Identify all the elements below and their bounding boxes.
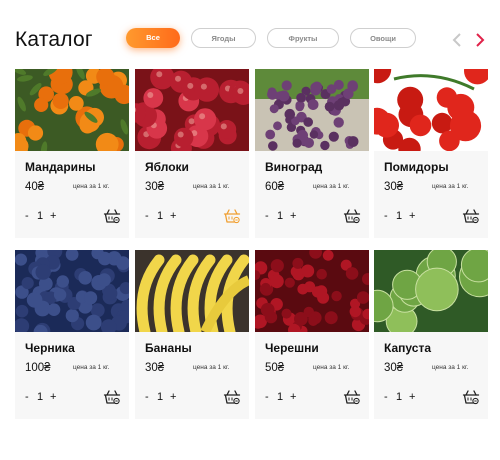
increase-button[interactable]: +: [170, 391, 176, 403]
product-image[interactable]: [15, 69, 129, 151]
product-name: Черешни: [265, 341, 319, 355]
price-unit-label: цена за 1 кг.: [432, 364, 469, 371]
quantity-value: 1: [396, 210, 403, 222]
increase-button[interactable]: +: [290, 210, 296, 222]
product-image[interactable]: [255, 250, 369, 332]
increase-button[interactable]: +: [50, 210, 56, 222]
decrease-button[interactable]: -: [265, 210, 269, 222]
basket-icon[interactable]: [223, 388, 241, 406]
increase-button[interactable]: +: [409, 210, 415, 222]
price-unit-label: цена за 1 кг.: [73, 183, 110, 190]
product-card[interactable]: Помидоры 30₴ цена за 1 кг. - 1 +: [374, 69, 488, 238]
chevron-right-icon[interactable]: [473, 32, 487, 48]
product-name: Яблоки: [145, 160, 189, 174]
product-price: 60₴: [265, 181, 285, 193]
decrease-button[interactable]: -: [384, 391, 388, 403]
decrease-button[interactable]: -: [265, 391, 269, 403]
product-image[interactable]: [15, 250, 129, 332]
product-image[interactable]: [135, 250, 249, 332]
basket-icon[interactable]: [223, 207, 241, 225]
filter-all[interactable]: Все: [126, 28, 180, 48]
product-price: 40₴: [25, 181, 45, 193]
increase-button[interactable]: +: [170, 210, 176, 222]
quantity-value: 1: [277, 391, 284, 403]
product-card[interactable]: Черника 100₴ цена за 1 кг. - 1 +: [15, 250, 129, 419]
product-card[interactable]: Яблоки 30₴ цена за 1 кг. - 1 +: [135, 69, 249, 238]
product-price: 30₴: [384, 362, 404, 374]
price-unit-label: цена за 1 кг.: [193, 183, 230, 190]
price-unit-label: цена за 1 кг.: [313, 364, 350, 371]
product-name: Капуста: [384, 341, 431, 355]
basket-icon[interactable]: [462, 388, 480, 406]
product-name: Черника: [25, 341, 75, 355]
decrease-button[interactable]: -: [384, 210, 388, 222]
basket-icon[interactable]: [462, 207, 480, 225]
product-price: 50₴: [265, 362, 285, 374]
decrease-button[interactable]: -: [25, 210, 29, 222]
decrease-button[interactable]: -: [145, 391, 149, 403]
product-price: 30₴: [145, 362, 165, 374]
product-image[interactable]: [255, 69, 369, 151]
price-unit-label: цена за 1 кг.: [432, 183, 469, 190]
chevron-left-icon[interactable]: [450, 32, 464, 48]
product-image[interactable]: [374, 69, 488, 151]
basket-icon[interactable]: [343, 388, 361, 406]
product-name: Мандарины: [25, 160, 96, 174]
price-unit-label: цена за 1 кг.: [73, 364, 110, 371]
product-image[interactable]: [374, 250, 488, 332]
product-card[interactable]: Капуста 30₴ цена за 1 кг. - 1 +: [374, 250, 488, 419]
price-unit-label: цена за 1 кг.: [193, 364, 230, 371]
product-card[interactable]: Черешни 50₴ цена за 1 кг. - 1 +: [255, 250, 369, 419]
basket-icon[interactable]: [103, 388, 121, 406]
increase-button[interactable]: +: [290, 391, 296, 403]
quantity-value: 1: [37, 391, 44, 403]
catalog-header: Каталог Все Ягоды Фрукты Овощи: [0, 0, 500, 70]
quantity-value: 1: [37, 210, 44, 222]
page-title: Каталог: [15, 28, 93, 51]
quantity-value: 1: [157, 210, 164, 222]
product-image[interactable]: [135, 69, 249, 151]
product-name: Виноград: [265, 160, 323, 174]
product-card[interactable]: Бананы 30₴ цена за 1 кг. - 1 +: [135, 250, 249, 419]
product-name: Бананы: [145, 341, 192, 355]
product-price: 100₴: [25, 362, 51, 374]
product-price: 30₴: [145, 181, 165, 193]
product-price: 30₴: [384, 181, 404, 193]
product-name: Помидоры: [384, 160, 449, 174]
basket-icon[interactable]: [343, 207, 361, 225]
filter-vegetables[interactable]: Овощи: [350, 28, 416, 48]
product-card[interactable]: Мандарины 40₴ цена за 1 кг. - 1 +: [15, 69, 129, 238]
quantity-value: 1: [277, 210, 284, 222]
filter-berries[interactable]: Ягоды: [191, 28, 256, 48]
increase-button[interactable]: +: [409, 391, 415, 403]
basket-icon[interactable]: [103, 207, 121, 225]
increase-button[interactable]: +: [50, 391, 56, 403]
decrease-button[interactable]: -: [25, 391, 29, 403]
quantity-value: 1: [157, 391, 164, 403]
filter-fruits[interactable]: Фрукты: [267, 28, 339, 48]
quantity-value: 1: [396, 391, 403, 403]
product-card[interactable]: Виноград 60₴ цена за 1 кг. - 1 +: [255, 69, 369, 238]
price-unit-label: цена за 1 кг.: [313, 183, 350, 190]
decrease-button[interactable]: -: [145, 210, 149, 222]
